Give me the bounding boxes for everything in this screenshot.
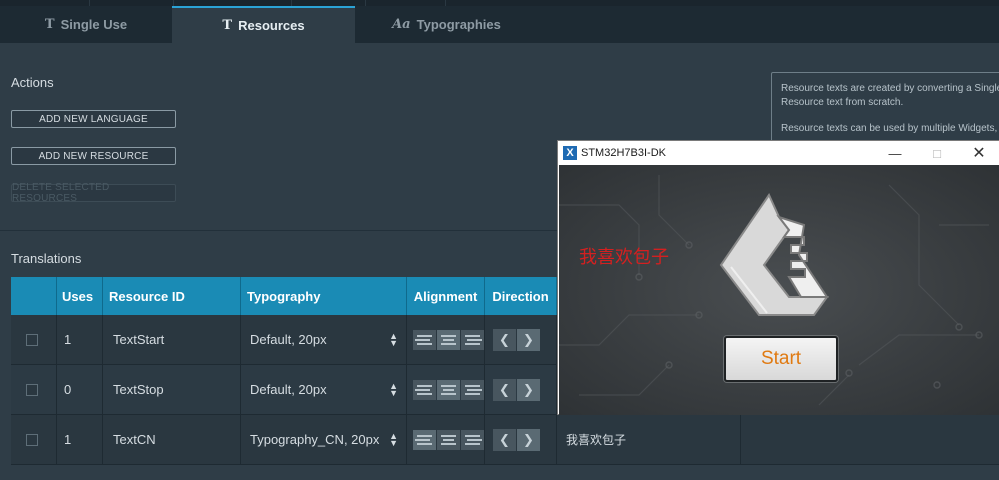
direction-rtl-icon[interactable]: ❮: [493, 328, 516, 351]
align-right-icon[interactable]: [461, 379, 484, 400]
add-new-resource-button[interactable]: ADD NEW RESOURCE: [11, 147, 176, 165]
add-new-language-button[interactable]: ADD NEW LANGUAGE: [11, 110, 176, 128]
column-header-alignment[interactable]: Alignment: [407, 277, 485, 315]
touchgfx-logo-icon: [719, 192, 829, 316]
text-icon: T: [222, 18, 233, 33]
tab-resources[interactable]: T Resources: [172, 6, 355, 43]
direction-rtl-icon[interactable]: ❮: [493, 428, 516, 451]
column-header-direction[interactable]: Direction: [485, 277, 557, 315]
simulator-window[interactable]: X STM32H7B3I-DK — □ ✕ 我喜欢包子 Start: [557, 140, 999, 415]
simulator-screen[interactable]: 我喜欢包子 Start: [559, 165, 999, 415]
typography-select[interactable]: Typography_CN, 20px ▲ ▼: [241, 415, 407, 465]
simulator-titlebar[interactable]: X STM32H7B3I-DK — □ ✕: [558, 141, 999, 165]
row-checkbox[interactable]: [26, 433, 38, 446]
tab-bar: T Single Use T Resources Aa Typographies: [0, 0, 999, 43]
uses-cell: 1: [57, 415, 103, 465]
typography-value: Default, 20px: [250, 382, 327, 397]
column-header-uses[interactable]: Uses: [57, 277, 103, 315]
align-right-icon[interactable]: [461, 429, 484, 450]
direction-cell: ❮ ❯: [485, 415, 557, 465]
select-arrows-icon: ▲ ▼: [389, 380, 398, 398]
tab-label: Single Use: [60, 17, 128, 32]
align-left-icon[interactable]: [413, 379, 436, 400]
direction-ltr-icon[interactable]: ❯: [517, 378, 540, 401]
typography-select[interactable]: Default, 20px ▲ ▼: [241, 315, 407, 365]
alignment-cell: [407, 315, 485, 365]
resource-id-cell[interactable]: TextCN: [103, 415, 241, 465]
resource-id-cell[interactable]: TextStop: [103, 365, 241, 415]
align-center-icon[interactable]: [437, 429, 460, 450]
app-logo-icon: X: [563, 146, 577, 160]
direction-cell: ❮ ❯: [485, 315, 557, 365]
typography-value: Typography_CN, 20px: [250, 432, 380, 447]
translations-title: Translations: [11, 251, 82, 266]
alignment-cell: [407, 365, 485, 415]
alignment-cell: [407, 415, 485, 465]
tab-typographies[interactable]: Aa Typographies: [355, 6, 538, 43]
select-arrows-icon: ▲ ▼: [389, 430, 398, 448]
close-icon[interactable]: ✕: [958, 141, 999, 165]
direction-cell: ❮ ❯: [485, 365, 557, 415]
delete-selected-resources-button[interactable]: DELETE SELECTED RESOURCES: [11, 182, 176, 204]
empty-cell: [741, 415, 999, 465]
tab-label: Typographies: [416, 17, 501, 32]
typography-select[interactable]: Default, 20px ▲ ▼: [241, 365, 407, 415]
info-line: Resource texts can be used by multiple W…: [781, 123, 998, 134]
start-button[interactable]: Start: [724, 336, 838, 382]
column-header-typography[interactable]: Typography: [241, 277, 407, 315]
tab-label: Resources: [238, 18, 305, 33]
uses-cell: 0: [57, 365, 103, 415]
maximize-icon[interactable]: □: [916, 141, 958, 165]
align-left-icon[interactable]: [413, 429, 436, 450]
row-checkbox[interactable]: [26, 383, 38, 396]
direction-ltr-icon[interactable]: ❯: [517, 328, 540, 351]
column-header-resource-id[interactable]: Resource ID: [103, 277, 241, 315]
typography-icon: Aa: [392, 17, 411, 32]
info-line: Resource text from scratch.: [781, 96, 904, 108]
row-checkbox[interactable]: [26, 333, 38, 346]
typography-value: Default, 20px: [250, 332, 327, 347]
tab-single-use[interactable]: T Single Use: [0, 6, 172, 43]
chinese-text-label: 我喜欢包子: [579, 247, 669, 268]
select-arrows-icon: ▲ ▼: [389, 330, 398, 348]
actions-title: Actions: [11, 75, 54, 90]
table-row[interactable]: 1 TextCN Typography_CN, 20px ▲ ▼ ❮ ❯ 我喜欢包…: [11, 415, 999, 465]
uses-cell: 1: [57, 315, 103, 365]
info-line: Resource texts are created by converting…: [781, 83, 999, 94]
text-icon: T: [44, 17, 55, 32]
align-center-icon[interactable]: [437, 379, 460, 400]
align-left-icon[interactable]: [413, 329, 436, 350]
align-center-icon[interactable]: [437, 329, 460, 350]
simulator-title: STM32H7B3I-DK: [581, 147, 666, 159]
select-column-header: [11, 277, 57, 315]
direction-rtl-icon[interactable]: ❮: [493, 378, 516, 401]
translation-cell[interactable]: 我喜欢包子: [557, 415, 741, 465]
align-right-icon[interactable]: [461, 329, 484, 350]
direction-ltr-icon[interactable]: ❯: [517, 428, 540, 451]
resource-id-cell[interactable]: TextStart: [103, 315, 241, 365]
minimize-icon[interactable]: —: [874, 141, 916, 165]
